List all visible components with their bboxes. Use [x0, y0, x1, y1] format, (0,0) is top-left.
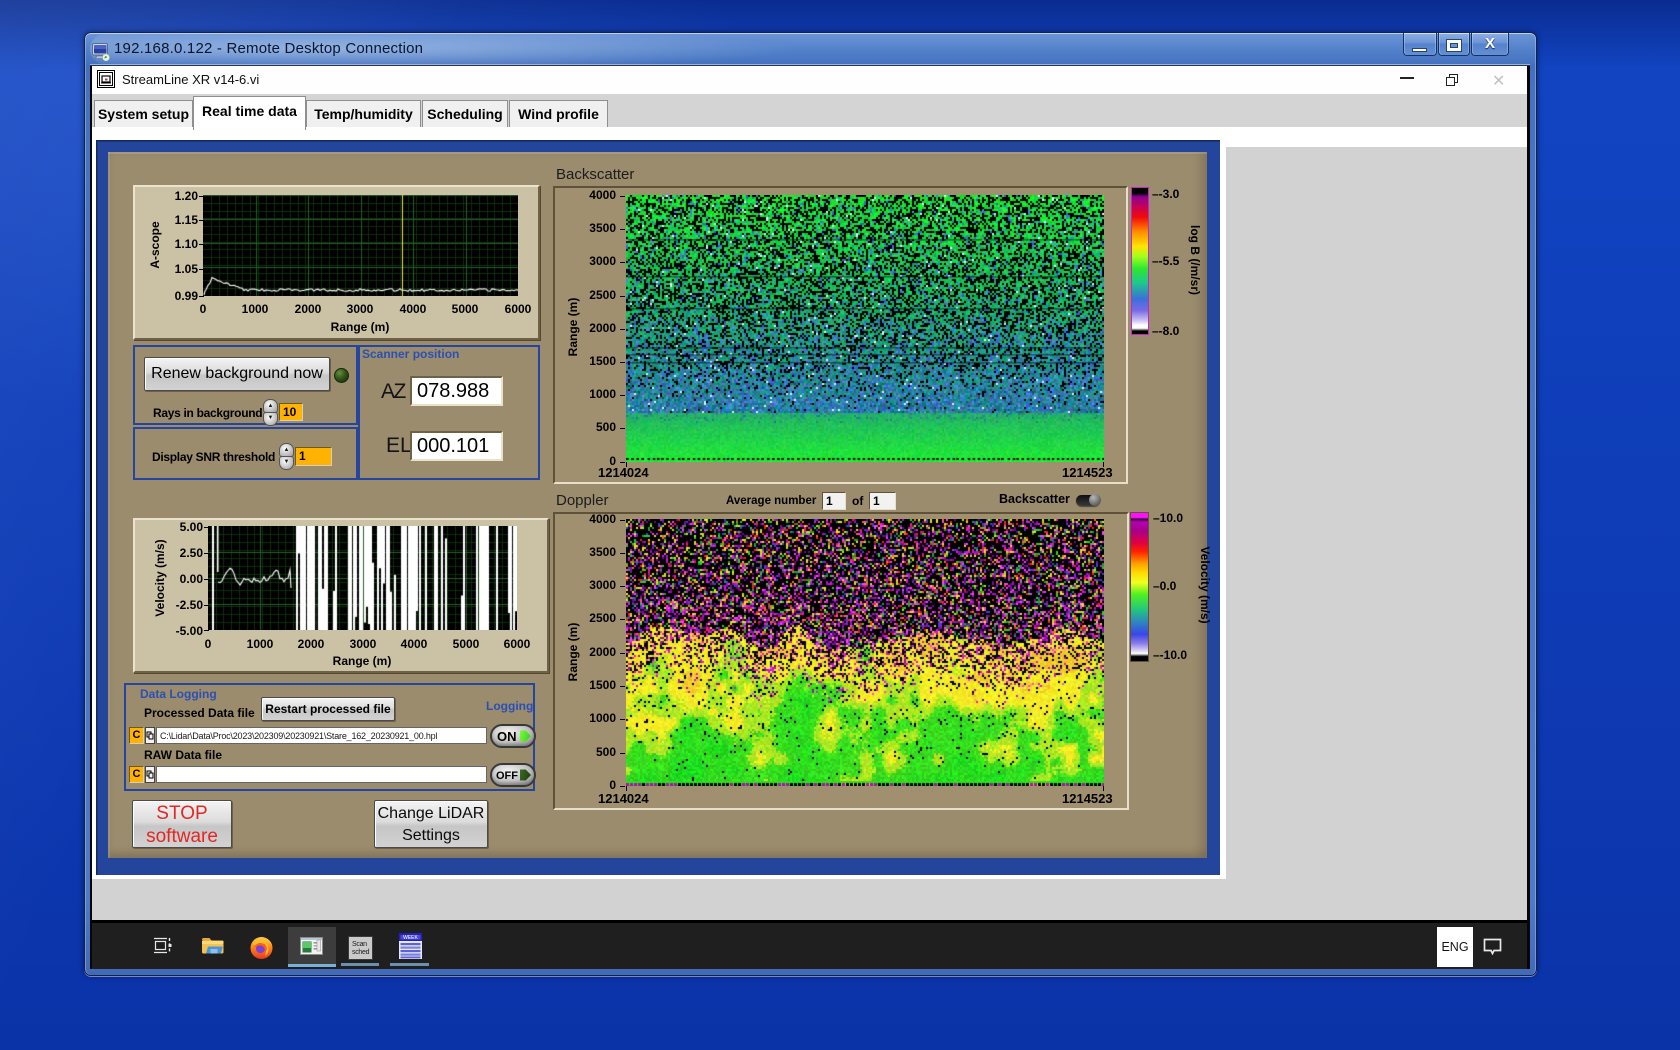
svg-text:WEEK: WEEK — [403, 935, 418, 941]
